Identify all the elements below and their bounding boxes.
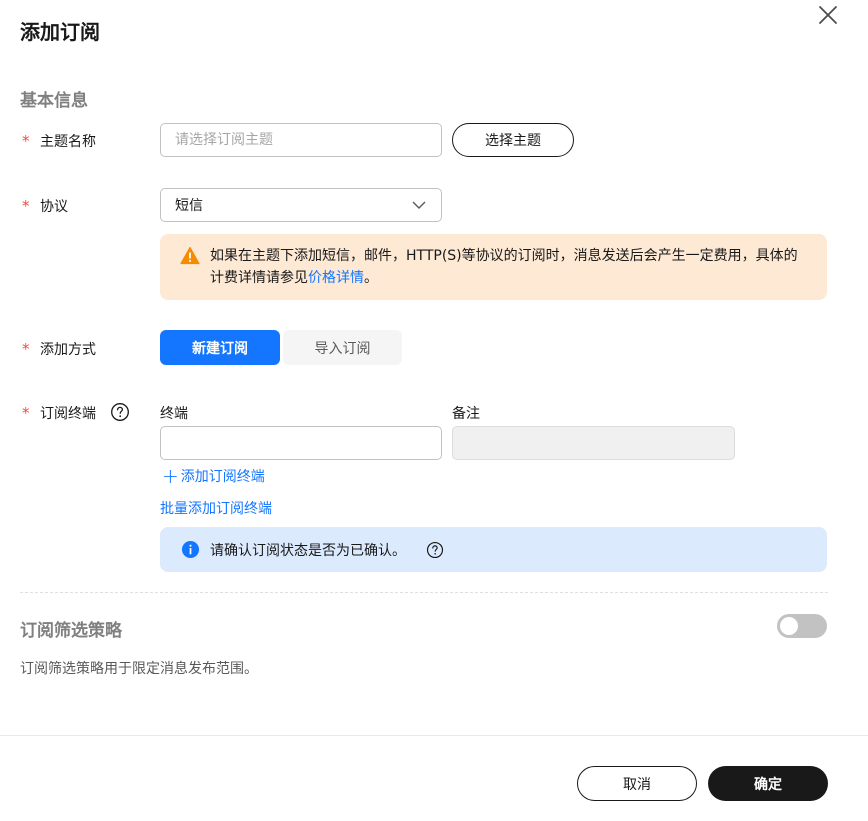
topic-label: 主题名称 (40, 134, 96, 150)
protocol-label: 协议 (40, 199, 68, 215)
cancel-button[interactable]: 取消 (577, 766, 697, 801)
section-divider (20, 592, 828, 593)
batch-add-endpoint-link[interactable]: 批量添加订阅终端 (160, 498, 272, 518)
field-label-protocol: * 协议 (22, 196, 68, 216)
topic-input[interactable] (160, 123, 442, 157)
add-endpoint-link[interactable]: + 添加订阅终端 (162, 466, 265, 486)
close-icon[interactable] (814, 2, 842, 30)
endpoint-input[interactable] (160, 426, 442, 460)
remark-input (452, 426, 735, 460)
required-mark: * (22, 403, 30, 422)
field-label-topic: * 主题名称 (22, 131, 96, 151)
section-title-basic-info: 基本信息 (20, 91, 88, 111)
required-mark: * (22, 131, 30, 150)
warning-triangle-icon (180, 246, 200, 265)
toggle-knob (780, 617, 798, 635)
import-subscription-tab[interactable]: 导入订阅 (283, 330, 402, 365)
footer-divider (0, 735, 868, 736)
new-subscription-tab[interactable]: 新建订阅 (160, 330, 280, 365)
confirm-button[interactable]: 确定 (708, 766, 828, 801)
endpoint-label: 订阅终端 (40, 406, 96, 422)
plus-icon: + (162, 464, 179, 488)
protocol-select[interactable]: 短信 (160, 188, 442, 222)
protocol-selected-value: 短信 (175, 198, 203, 214)
info-notice: 请确认订阅状态是否为已确认。 (160, 527, 827, 572)
section-title-filter-policy: 订阅筛选策略 (20, 621, 122, 641)
endpoint-column-label: 终端 (160, 406, 188, 422)
add-method-label: 添加方式 (40, 342, 96, 358)
dialog-title: 添加订阅 (20, 20, 100, 44)
filter-policy-toggle[interactable] (777, 614, 827, 638)
field-label-add-method: * 添加方式 (22, 339, 96, 359)
remark-column-label: 备注 (452, 406, 480, 422)
info-text: 请确认订阅状态是否为已确认。 (210, 542, 406, 559)
select-topic-button[interactable]: 选择主题 (452, 123, 574, 157)
required-mark: * (22, 339, 30, 358)
question-circle-icon[interactable] (426, 541, 444, 559)
warning-notice: 如果在主题下添加短信，邮件，HTTP(S)等协议的订阅时，消息发送后会产生一定费… (160, 234, 827, 300)
price-details-link[interactable]: 价格详情 (308, 270, 364, 286)
field-label-endpoint: * 订阅终端 (22, 403, 96, 423)
add-endpoint-label: 添加订阅终端 (180, 469, 265, 485)
filter-policy-description: 订阅筛选策略用于限定消息发布范围。 (20, 661, 258, 677)
question-circle-icon[interactable] (110, 402, 130, 422)
chevron-down-icon (412, 201, 426, 209)
info-circle-icon (181, 540, 200, 559)
warning-text: 如果在主题下添加短信，邮件，HTTP(S)等协议的订阅时，消息发送后会产生一定费… (210, 248, 798, 286)
required-mark: * (22, 196, 30, 215)
